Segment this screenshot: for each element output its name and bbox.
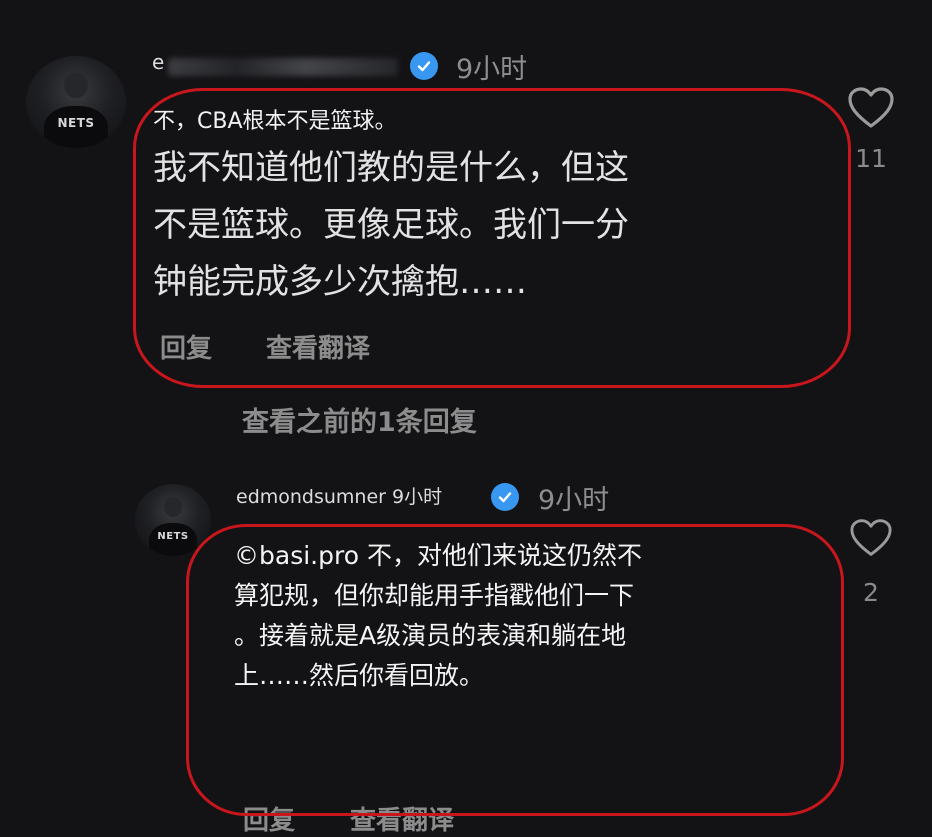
comment-title-line: 不，CBA根本不是篮球。 (153, 109, 397, 134)
comment-body-line: ©basi.pro 不，对他们来说这仍然不 (234, 541, 642, 570)
like-count: 2 (863, 578, 879, 607)
avatar-jersey-text: NETS (57, 115, 95, 130)
avatar-head (163, 496, 183, 518)
comment-body-line: 我不知道他们教的是什么，但这 (153, 148, 629, 188)
username[interactable]: e (152, 50, 164, 74)
view-translation-button[interactable]: 查看翻译 (266, 328, 370, 365)
reply-button[interactable]: 回复 (160, 328, 212, 365)
comment-time: 9小时 (538, 485, 610, 516)
like-count: 11 (855, 144, 887, 173)
comment-time: 9小时 (456, 54, 528, 85)
view-translation-button[interactable]: 查看翻译 (350, 800, 454, 837)
like-button[interactable] (846, 86, 896, 130)
comment-body: ©basi.pro 不，对他们来说这仍然不 算犯规，但你却能用手指戳他们一下 。… (234, 536, 774, 696)
heart-icon (850, 519, 892, 556)
avatar[interactable]: NETS (26, 56, 126, 148)
verified-badge-icon (491, 483, 519, 511)
like-button[interactable] (848, 518, 894, 558)
verified-badge-icon (410, 52, 438, 80)
comment-body-line: 钟能完成多少次擒抱…… (153, 262, 527, 302)
comment-body-line: 。接着就是A级演员的表演和躺在地 (234, 621, 627, 650)
comment-body-line: 不是篮球。更像足球。我们一分 (153, 205, 629, 245)
avatar-head (64, 72, 88, 99)
reply-button[interactable]: 回复 (243, 800, 295, 837)
comment-body: 我不知道他们教的是什么，但这 不是篮球。更像足球。我们一分 钟能完成多少次擒抱…… (153, 140, 793, 311)
blurred-username (168, 58, 398, 76)
username[interactable]: edmondsumner 9小时 (236, 482, 442, 509)
comment-body-line: 算犯规，但你却能用手指戳他们一下 (234, 581, 635, 610)
avatar[interactable]: NETS (135, 484, 211, 556)
view-previous-replies-link[interactable]: 查看之前的1条回复 (242, 400, 477, 439)
avatar-jersey-text: NETS (157, 530, 189, 542)
comment-body-line: 上……然后你看回放。 (234, 661, 485, 690)
heart-icon (848, 87, 894, 128)
